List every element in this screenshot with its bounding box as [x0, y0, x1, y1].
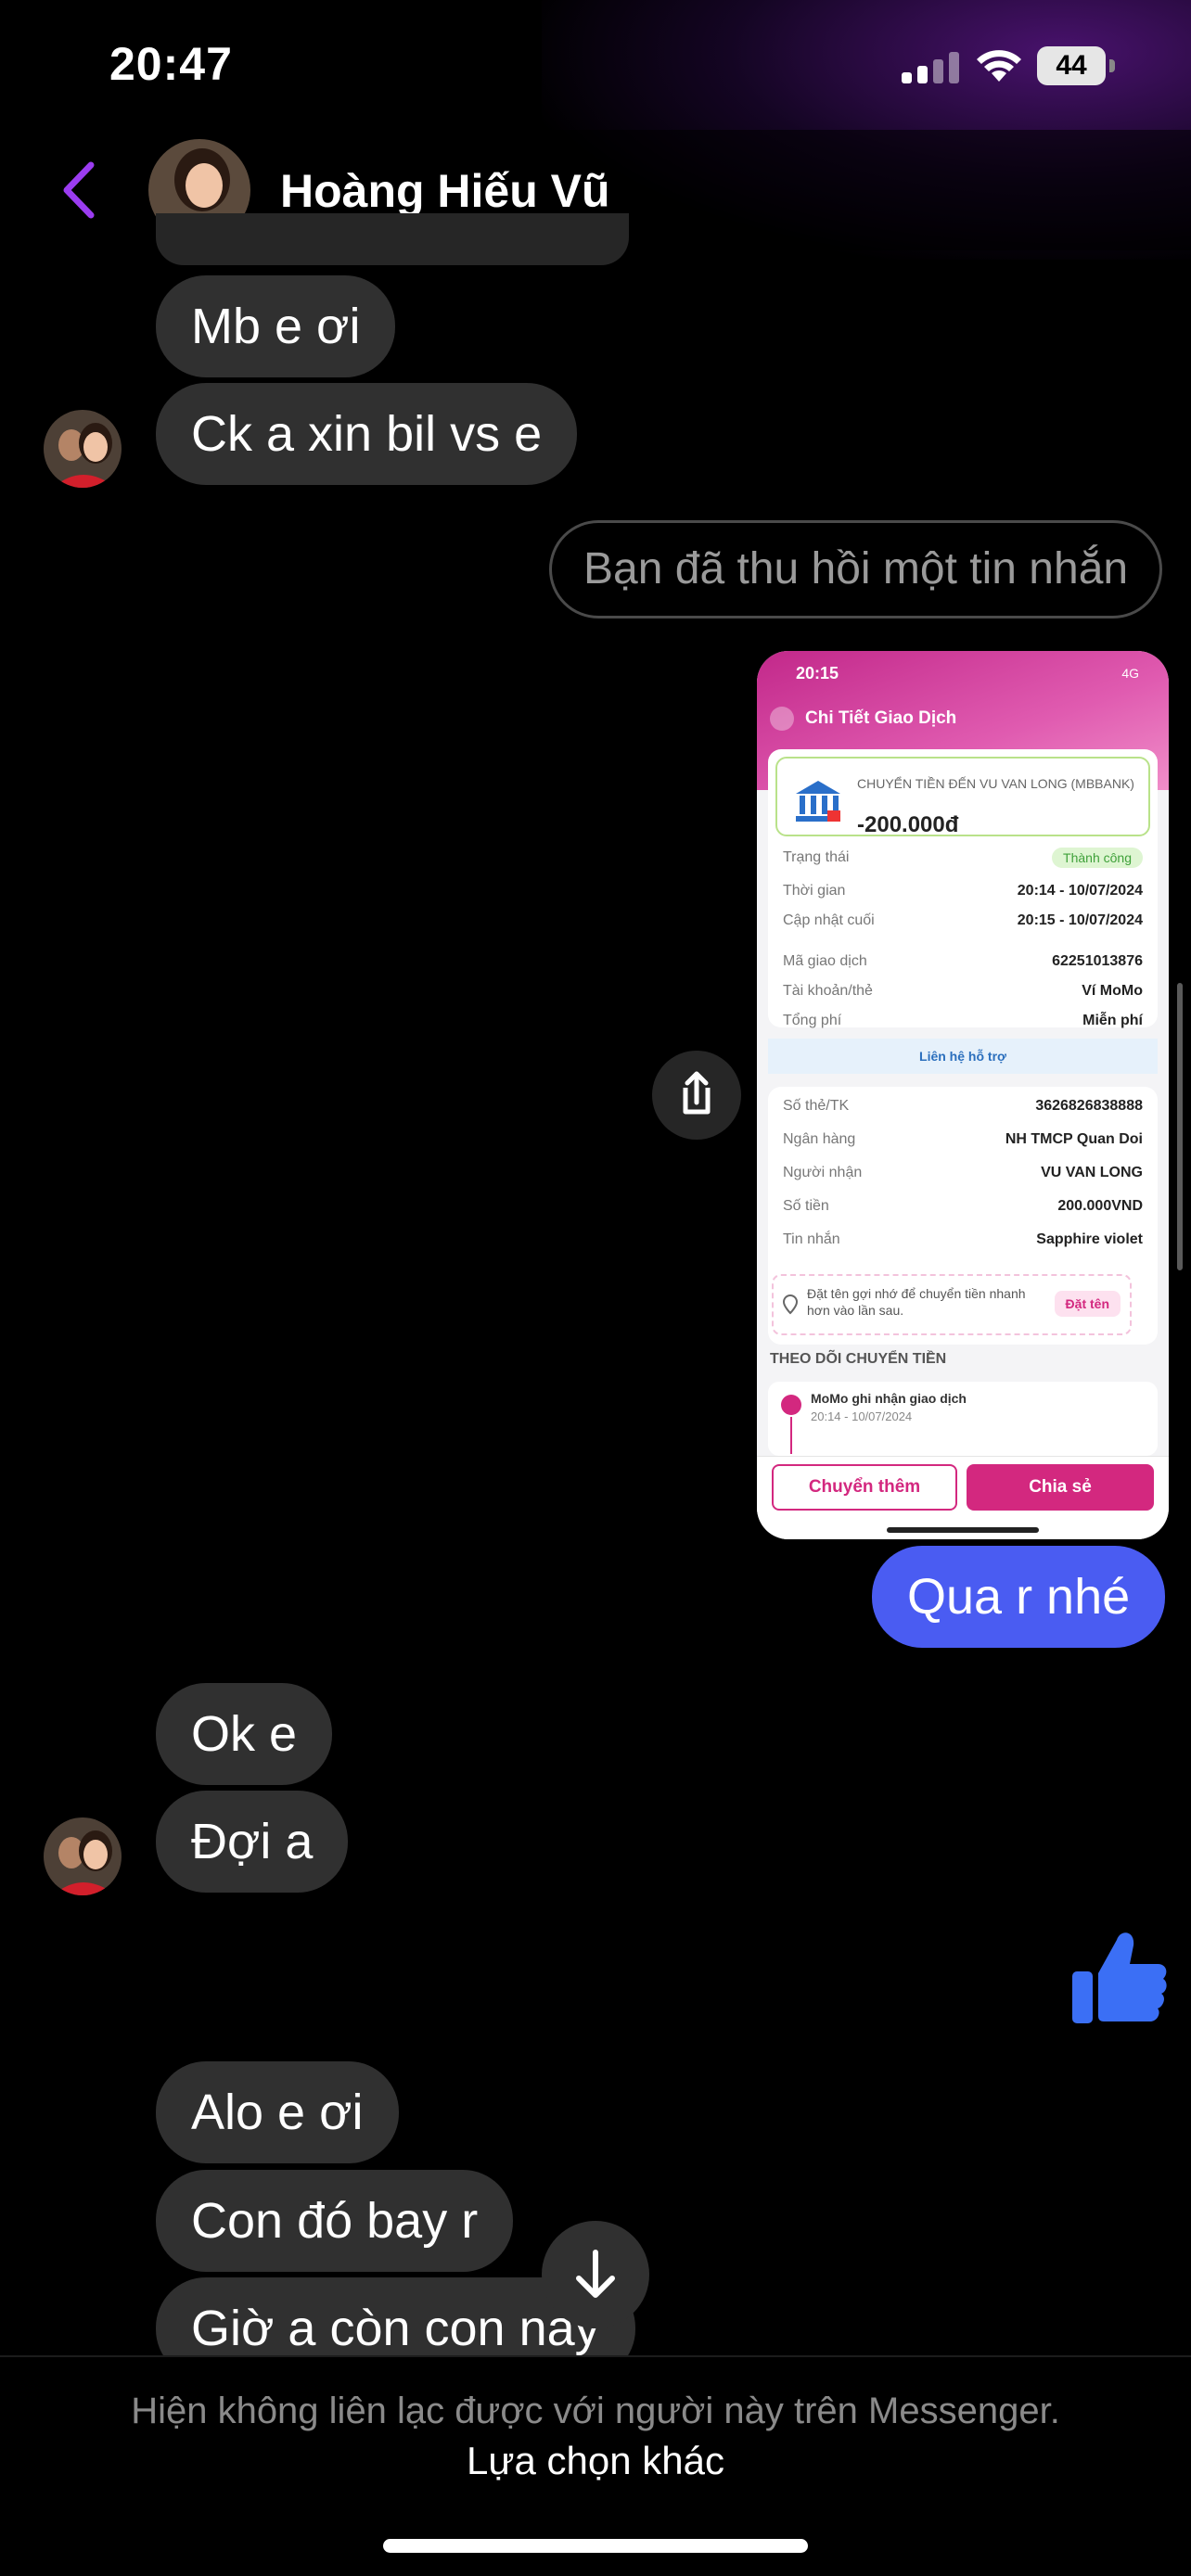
- detail-row: Người nhận VU VAN LONG: [783, 1165, 1143, 1180]
- share-receipt-button: Chia sẻ: [967, 1464, 1154, 1511]
- wifi-icon: [977, 50, 1021, 82]
- detail-row: Thời gian 20:14 - 10/07/2024: [783, 883, 1143, 899]
- detail-row: Tin nhắn Sapphire violet: [783, 1231, 1143, 1247]
- receipt-status-time: 20:15: [796, 664, 839, 682]
- detail-row: Tài khoản/thẻ Ví MoMo: [783, 983, 1143, 999]
- status-bar: 20:47 44: [0, 0, 1191, 260]
- transfer-box: CHUYỂN TIỀN ĐẾN VU VAN LONG (MBBANK) -20…: [775, 757, 1150, 837]
- receipt-title: Chi Tiết Giao Dịch: [805, 708, 957, 728]
- home-indicator: [383, 2539, 808, 2553]
- support-link: Liên hệ hỗ trợ: [768, 1039, 1158, 1074]
- scroll-to-bottom-button[interactable]: [542, 2221, 649, 2328]
- nickname-hint: Đặt tên gợi nhớ để chuyển tiền nhanh hơn…: [772, 1274, 1132, 1335]
- status-badge: Thành công: [1052, 848, 1143, 868]
- receipt-summary-card: CHUYỂN TIỀN ĐẾN VU VAN LONG (MBBANK) -20…: [768, 749, 1158, 1028]
- transfer-recipient: CHUYỂN TIỀN ĐẾN VU VAN LONG (MBBANK): [857, 776, 1134, 791]
- transfer-more-button: Chuyển thêm: [772, 1464, 957, 1511]
- status-time: 20:47: [109, 38, 233, 90]
- message-bubble-sent[interactable]: Qua r nhé: [872, 1546, 1166, 1648]
- unavailable-notice: Hiện không liên lạc được với người này t…: [131, 2391, 1060, 2431]
- arrow-down-icon: [576, 2250, 615, 2298]
- message-bubble-received[interactable]: Ok e: [156, 1683, 333, 1785]
- back-chevron-icon[interactable]: [56, 158, 102, 223]
- detail-row-status: Trạng thái Thành công: [783, 848, 1143, 872]
- detail-row: Ngân hàng NH TMCP Quan Doi: [783, 1131, 1143, 1147]
- message-bubble-received[interactable]: Ck a xin bil vs e: [156, 383, 578, 485]
- message-bubble-received[interactable]: Mb e ơi: [156, 275, 396, 377]
- detail-row: Cập nhật cuối 20:15 - 10/07/2024: [783, 912, 1143, 928]
- name-button: Đặt tên: [1054, 1291, 1121, 1317]
- message-bubble-received[interactable]: Đợi a: [156, 1791, 349, 1893]
- share-button[interactable]: [652, 1051, 741, 1140]
- message-bubble-received[interactable]: Alo e ơi: [156, 2061, 399, 2163]
- battery-icon: 44: [1037, 46, 1115, 85]
- other-options-link[interactable]: Lựa chọn khác: [0, 2439, 1191, 2483]
- receipt-signal: 4G: [1121, 666, 1139, 681]
- partial-message-bubble: [156, 213, 629, 265]
- location-pin-icon: [783, 1294, 798, 1315]
- detail-row: Số tiền 200.000VND: [783, 1198, 1143, 1214]
- tracking-card: MoMo ghi nhận giao dịch 20:14 - 10/07/20…: [768, 1382, 1158, 1456]
- thumbs-up-icon[interactable]: [1067, 1923, 1169, 2029]
- battery-level: 44: [1037, 46, 1106, 85]
- receipt-back-icon: [770, 707, 794, 731]
- check-icon: [781, 1395, 801, 1415]
- recalled-message-notice: Bạn đã thu hồi một tin nhắn: [549, 520, 1163, 618]
- detail-row: Mã giao dịch 62251013876: [783, 953, 1143, 969]
- tracking-time: 20:14 - 10/07/2024: [811, 1409, 913, 1423]
- bank-icon: [796, 781, 840, 822]
- sender-avatar[interactable]: [44, 410, 122, 488]
- share-icon: [683, 1071, 711, 1115]
- message-bubble-received[interactable]: Con đó bay r: [156, 2170, 514, 2272]
- tracking-title: THEO DÕI CHUYỂN TIỀN: [770, 1351, 947, 1367]
- tracking-step: MoMo ghi nhận giao dịch: [811, 1391, 967, 1406]
- contact-name[interactable]: Hoàng Hiếu Vũ: [280, 164, 610, 218]
- signal-icon: [902, 52, 961, 83]
- receipt-image[interactable]: 20:15 4G Chi Tiết Giao Dịch CHUYỂN TIỀN …: [757, 651, 1169, 1539]
- detail-row: Số thẻ/TK 3626826838888: [783, 1098, 1143, 1114]
- sender-avatar[interactable]: [44, 1817, 122, 1895]
- detail-row: Tổng phí Miễn phí: [783, 1013, 1143, 1028]
- scrollbar[interactable]: [1177, 983, 1183, 1270]
- transfer-amount: -200.000đ: [857, 812, 959, 837]
- hint-text: Đặt tên gợi nhớ để chuyển tiền nhanh hơn…: [807, 1286, 1026, 1318]
- receipt-footer: Chuyển thêm Chia sẻ: [757, 1456, 1169, 1539]
